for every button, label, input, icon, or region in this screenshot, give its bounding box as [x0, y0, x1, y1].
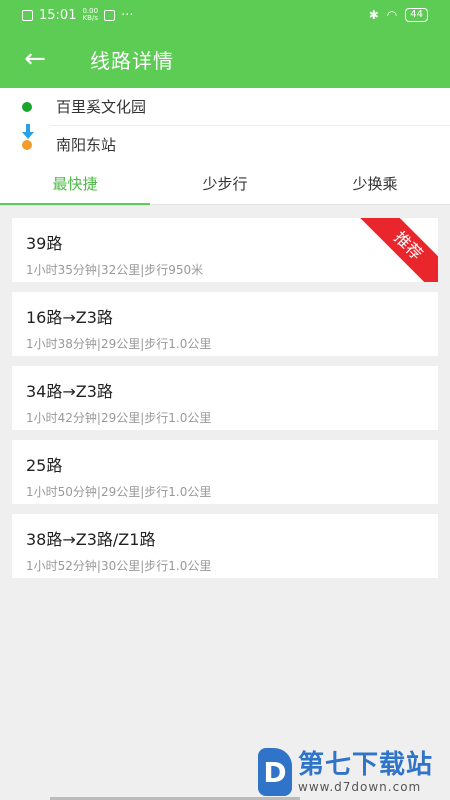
notification-icon [104, 9, 116, 21]
route-info: 1小时35分钟|32公里|步行950米 [26, 263, 204, 277]
tab-fastest[interactable]: 最快捷 [0, 163, 150, 204]
net-speed-unit: KB/s [82, 14, 98, 22]
title-bar: ← 线路详情 [0, 30, 450, 88]
route-card[interactable]: 39路 1小时35分钟|32公里|步行950米 推荐 [12, 218, 438, 282]
watermark: D 第七下载站 www.d7down.com [258, 748, 433, 796]
origin-dot-icon [22, 101, 32, 112]
status-bar: 15:01 0.00 KB/s ··· ✱ ◠ 44 [0, 0, 450, 30]
direction-arrow-icon [22, 124, 34, 144]
route-tabs: 最快捷 少步行 少换乘 [0, 163, 450, 205]
bluetooth-icon: ✱ [368, 8, 379, 22]
tab-fewer-transfers[interactable]: 少换乘 [300, 163, 450, 204]
route-info: 1小时50分钟|29公里|步行1.0公里 [26, 485, 212, 499]
watermark-logo-icon: D [258, 748, 292, 796]
route-info: 1小时42分钟|29公里|步行1.0公里 [26, 411, 212, 425]
route-card[interactable]: 16路→Z3路 1小时38分钟|29公里|步行1.0公里 [12, 292, 438, 356]
watermark-url: www.d7down.com [298, 780, 422, 794]
route-info: 1小时38分钟|29公里|步行1.0公里 [26, 337, 212, 351]
tab-less-walking[interactable]: 少步行 [150, 163, 300, 204]
sim-icon [22, 9, 33, 21]
more-status-dots: ··· [121, 7, 134, 23]
origin-name: 百里奚文化园 [56, 98, 147, 116]
route-name: 16路→Z3路 [26, 308, 113, 327]
active-tab-indicator [0, 203, 150, 205]
route-info: 1小时52分钟|30公里|步行1.0公里 [26, 559, 212, 573]
route-name: 34路→Z3路 [26, 382, 113, 401]
status-time: 15:01 [39, 7, 77, 23]
net-speed: 0.00 KB/s [82, 8, 98, 22]
watermark-brand: 第七下载站 [298, 750, 434, 780]
route-card[interactable]: 38路→Z3路/Z1路 1小时52分钟|30公里|步行1.0公里 [12, 514, 438, 578]
battery-icon: 44 [405, 8, 428, 22]
back-arrow-icon[interactable]: ← [0, 30, 70, 88]
origin-stop: 百里奚文化园 [0, 88, 450, 125]
destination-stop: 南阳东站 [0, 126, 450, 163]
app-header: 15:01 0.00 KB/s ··· ✱ ◠ 44 ← 线路详情 [0, 0, 450, 88]
route-name: 38路→Z3路/Z1路 [26, 530, 156, 549]
route-card[interactable]: 34路→Z3路 1小时42分钟|29公里|步行1.0公里 [12, 366, 438, 430]
page-title: 线路详情 [90, 48, 174, 73]
route-stops: 百里奚文化园 南阳东站 [0, 88, 450, 163]
route-name: 39路 [26, 234, 63, 253]
route-name: 25路 [26, 456, 63, 475]
route-card[interactable]: 25路 1小时50分钟|29公里|步行1.0公里 [12, 440, 438, 504]
destination-name: 南阳东站 [56, 136, 117, 154]
route-list: 39路 1小时35分钟|32公里|步行950米 推荐 16路→Z3路 1小时38… [0, 205, 450, 578]
wifi-icon: ◠ [386, 8, 398, 22]
